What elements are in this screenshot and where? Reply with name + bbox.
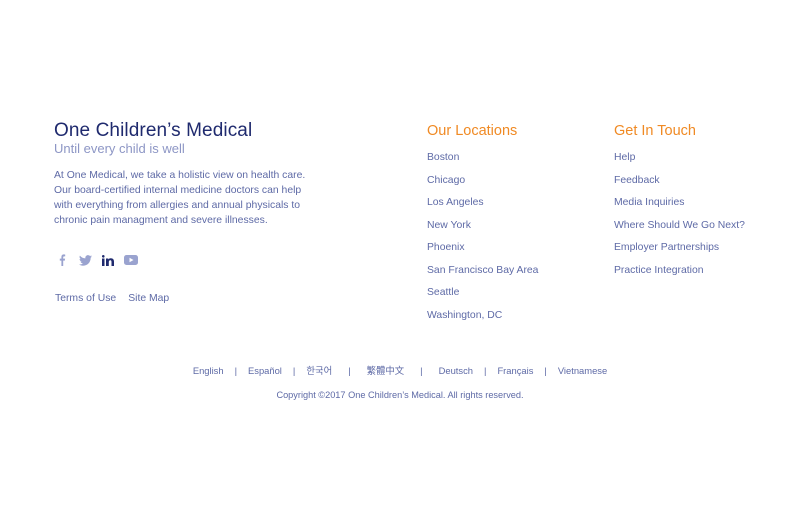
contact-column: Get In Touch Help Feedback Media Inquiri… — [614, 123, 745, 286]
site-map-link[interactable]: Site Map — [128, 293, 169, 304]
location-link[interactable]: Chicago — [427, 175, 465, 186]
language-selector: English | Español | 한국어 | 繁體中文 | Deutsch… — [0, 363, 800, 377]
language-link[interactable]: English — [193, 365, 224, 376]
brand-tagline: Until every child is well — [54, 141, 185, 156]
copyright: Copyright ©2017 One Children’s Medical. … — [276, 390, 524, 400]
location-link[interactable]: New York — [427, 220, 471, 231]
contact-link[interactable]: Help — [614, 152, 635, 163]
separator: | — [292, 364, 296, 376]
location-link[interactable]: Seattle — [427, 287, 459, 298]
contact-link[interactable]: Where Should We Go Next? — [614, 220, 745, 231]
contact-link[interactable]: Media Inquiries — [614, 197, 684, 208]
separator: | — [348, 364, 351, 376]
location-link[interactable]: Los Angeles — [427, 197, 484, 208]
facebook-icon[interactable] — [52, 252, 72, 268]
separator: | — [234, 364, 237, 376]
location-link[interactable]: Washington, DC — [427, 310, 502, 321]
separator: | — [544, 364, 547, 376]
brand-title: One Children’s Medical — [54, 120, 253, 141]
linkedin-icon[interactable] — [98, 252, 118, 268]
separator: | — [420, 364, 423, 376]
legal-links: Terms of Use Site Map — [55, 293, 169, 304]
youtube-icon[interactable] — [121, 252, 141, 268]
location-link[interactable]: Boston — [427, 152, 459, 163]
language-link[interactable]: Deutsch — [439, 365, 473, 376]
contact-link[interactable]: Feedback — [614, 175, 660, 186]
location-link[interactable]: Phoenix — [427, 242, 465, 253]
contact-link[interactable]: Practice Integration — [614, 265, 704, 276]
locations-column: Our Locations Boston Chicago Los Angeles… — [427, 123, 538, 331]
language-link[interactable]: Vietnamese — [558, 365, 607, 376]
language-link[interactable]: 한국어 — [306, 363, 332, 377]
contact-heading: Get In Touch — [614, 123, 696, 139]
brand-description: At One Medical, we take a holistic view … — [54, 170, 306, 226]
social-links — [52, 252, 144, 268]
language-link[interactable]: 繁體中文 — [367, 363, 405, 377]
language-link[interactable]: Español — [248, 365, 282, 376]
location-link[interactable]: San Francisco Bay Area — [427, 265, 538, 276]
contact-link[interactable]: Employer Partnerships — [614, 242, 719, 253]
language-link[interactable]: Français — [497, 365, 533, 376]
separator: | — [484, 364, 487, 376]
locations-heading: Our Locations — [427, 123, 518, 139]
terms-of-use-link[interactable]: Terms of Use — [55, 293, 116, 304]
twitter-icon[interactable] — [75, 252, 95, 268]
